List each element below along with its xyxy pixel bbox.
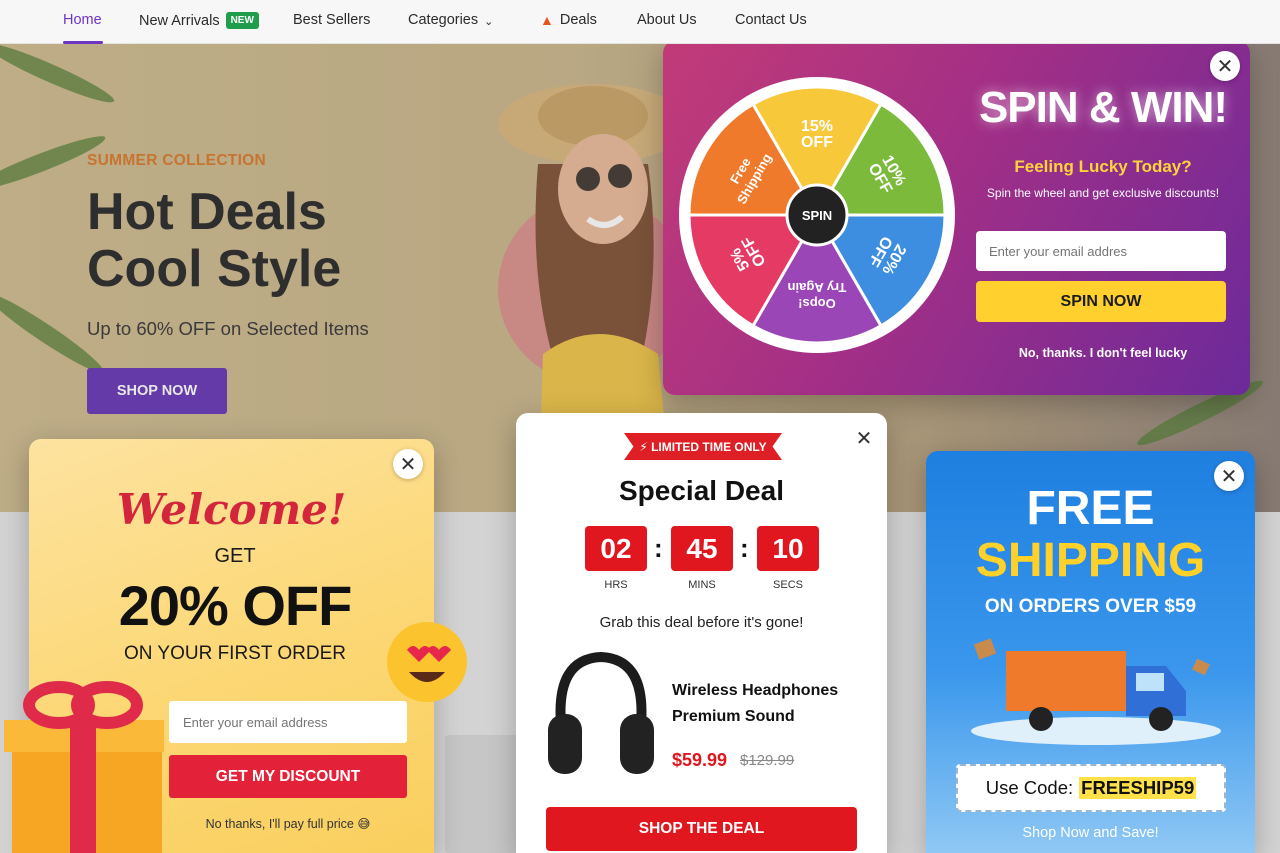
timer-separator: : [740, 533, 749, 563]
coupon-code-box[interactable]: Use Code: FREESHIP59 [956, 764, 1226, 812]
spin-email-input[interactable] [976, 231, 1226, 271]
nav-deals-label: Deals [559, 12, 597, 28]
timer-minutes: 45 [671, 526, 733, 571]
shipping-threshold: ON ORDERS OVER $59 [984, 596, 1197, 617]
nav-best-sellers-label: Best Sellers [293, 12, 371, 28]
chevron-down-icon: ⌄ [484, 15, 494, 28]
shipping-shipping-text: SHIPPING [975, 534, 1206, 587]
new-badge: NEW [225, 12, 259, 29]
nav-new-arrivals[interactable]: New Arrivals NEW [139, 12, 259, 29]
shop-the-deal-button[interactable]: SHOP THE DEAL [546, 807, 857, 851]
nav-contact-us[interactable]: Contact Us [735, 12, 807, 28]
top-navigation: Home New Arrivals NEW Best Sellers Catego… [0, 0, 1280, 44]
timer-seconds-label: SECS [773, 579, 803, 591]
nav-active-indicator [63, 41, 103, 44]
limited-time-ribbon: ⚡ LIMITED TIME ONLY [624, 433, 782, 460]
nav-deals[interactable]: ▲ Deals [540, 12, 597, 28]
welcome-get-text: GET [214, 545, 256, 567]
wheel-segment-label: 15% OFF [801, 118, 833, 151]
close-icon[interactable]: ✕ [1210, 51, 1240, 81]
nav-home-label: Home [63, 12, 102, 28]
spin-lucky-text: Feeling Lucky Today? [1014, 157, 1192, 176]
welcome-heading: Welcome! [116, 485, 347, 534]
flame-icon: ▲ [540, 12, 554, 28]
get-discount-button[interactable]: GET MY DISCOUNT [169, 755, 407, 798]
spin-now-button[interactable]: SPIN NOW [976, 281, 1226, 322]
close-icon[interactable]: ✕ [1214, 461, 1244, 491]
heart-eyes-emoji-icon [387, 622, 467, 702]
lightning-icon: ⚡ [639, 439, 652, 454]
original-price: $129.99 [740, 752, 795, 769]
nav-contact-us-label: Contact Us [735, 12, 807, 28]
timer-hours-label: HRS [604, 579, 628, 591]
shipping-free-text: FREE [1026, 482, 1155, 535]
nav-about-us[interactable]: About Us [637, 12, 697, 28]
nav-best-sellers[interactable]: Best Sellers [293, 12, 370, 28]
spin-decline-link[interactable]: No, thanks. I don't feel lucky [968, 346, 1238, 360]
coupon-code-label: Use Code: [985, 777, 1074, 798]
product-name-line2: Premium Sound [672, 708, 795, 725]
product-name-line1: Wireless Headphones [672, 682, 839, 699]
special-deal-popup: ✕ ⚡ LIMITED TIME ONLY Special Deal 02 : … [516, 413, 887, 853]
nav-new-arrivals-label: New Arrivals [139, 12, 220, 29]
nav-home[interactable]: Home [63, 12, 102, 28]
spin-win-popup: ✕ 15% OFF 10%OFF 20%OFF Oops!Try Again 5%OFF F… [663, 41, 1250, 395]
welcome-decline-link[interactable]: No thanks, I'll pay full price 😅 [169, 816, 407, 831]
close-icon[interactable]: ✕ [849, 423, 879, 453]
deal-title: Special Deal [619, 475, 784, 506]
spin-title: SPIN & WIN! [978, 83, 1228, 132]
free-shipping-popup: ✕ FREE SHIPPING ON ORDERS OVER $59 Use C… [926, 451, 1255, 853]
timer-seconds: 10 [757, 526, 819, 571]
welcome-first-order: ON YOUR FIRST ORDER [123, 643, 347, 664]
welcome-email-input[interactable] [169, 701, 407, 743]
sale-price: $59.99 [672, 750, 728, 770]
close-icon[interactable]: ✕ [393, 449, 423, 479]
nav-about-us-label: About Us [637, 12, 697, 28]
timer-hours: 02 [585, 526, 647, 571]
timer-minutes-label: MINS [688, 579, 716, 591]
prize-wheel[interactable]: 15% OFF10%OFF20%OFFOops!Try Again5%OFFFre… [677, 75, 957, 355]
coupon-code-value: FREESHIP59 [1079, 777, 1197, 799]
product-name: Wireless Headphones Premium Sound [672, 678, 862, 730]
welcome-discount: 20% OFF [118, 574, 353, 637]
deal-tagline: Grab this deal before it's gone! [599, 614, 804, 631]
nav-categories[interactable]: Categories ⌄ [408, 12, 493, 28]
ribbon-text: LIMITED TIME ONLY [651, 439, 767, 454]
nav-categories-label: Categories [408, 12, 479, 28]
gift-box-icon [4, 681, 164, 853]
shipping-cta-link[interactable]: Shop Now and Save! [926, 825, 1255, 841]
spin-center-label: SPIN [802, 208, 832, 223]
spin-description: Spin the wheel and get exclusive discoun… [986, 186, 1220, 200]
headphones-product-image [548, 651, 654, 774]
delivery-truck-icon [971, 638, 1221, 745]
timer-separator: : [654, 533, 663, 563]
